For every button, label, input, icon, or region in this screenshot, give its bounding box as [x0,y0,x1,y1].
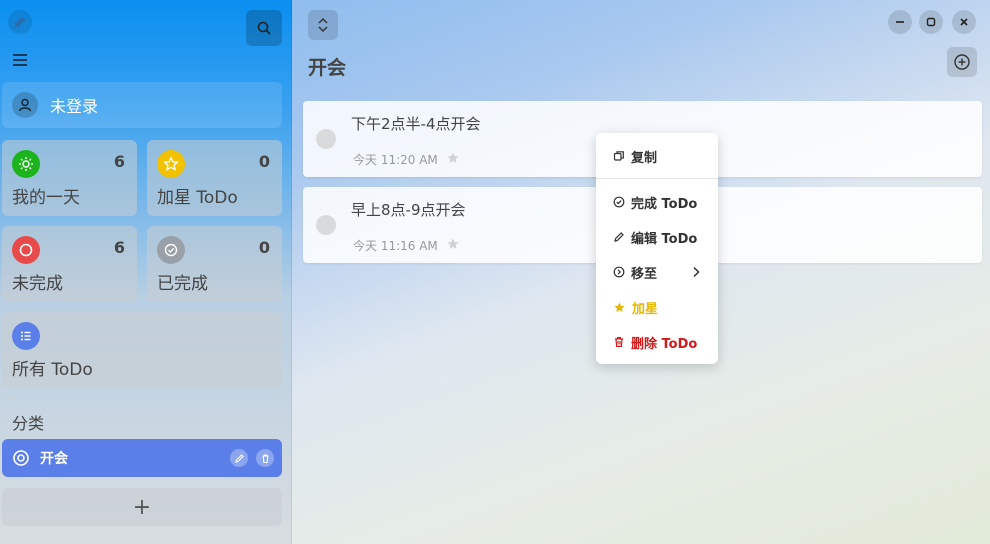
pin-button[interactable] [8,10,32,34]
star-icon [614,301,625,312]
stat-my-day[interactable]: 6 我的一天 [2,140,137,216]
maximize-icon [926,17,936,27]
stat-all[interactable]: 所有 ToDo [2,312,282,388]
stat-incomplete[interactable]: 6 未完成 [2,226,137,302]
context-menu: 复制 完成 ToDo 编辑 ToDo 移至 加星 删除 ToDo [596,133,718,364]
sun-icon [12,150,40,178]
list-icon [12,322,40,350]
stat-count: 0 [258,152,270,171]
menu-item-label: 复制 [631,150,658,166]
star-icon [447,238,459,249]
pencil-icon [614,232,624,242]
minimize-button[interactable] [888,10,912,34]
todo-time: 今天 11:20 AM [353,153,438,167]
circle-icon [12,236,40,264]
stat-label: 所有 ToDo [12,360,93,380]
stat-count: 6 [113,152,125,171]
menu-divider [596,178,718,179]
menu-item-label: 删除 ToDo [631,336,698,352]
add-todo-button[interactable] [947,47,977,77]
sort-button[interactable] [308,10,338,40]
trash-icon [615,337,623,347]
search-icon [257,21,271,35]
user-card[interactable]: 未登录 [2,82,282,128]
menu-item-complete[interactable]: 完成 ToDo [596,187,718,217]
expand-icon [318,17,328,33]
menu-item-label: 完成 ToDo [631,196,698,212]
menu-item-label: 加星 [632,301,659,317]
check-circle-icon [613,196,625,208]
trash-icon [262,453,268,463]
plus-circle-icon [954,54,970,70]
arrow-circle-icon [613,266,625,278]
maximize-button[interactable] [919,10,943,34]
menu-item-label: 编辑 ToDo [631,231,698,247]
stat-label: 我的一天 [12,188,80,208]
star-toggle[interactable] [446,150,460,169]
star-icon [447,152,459,163]
close-button[interactable] [952,10,976,34]
star-toggle[interactable] [446,236,460,255]
todo-checkbox[interactable] [316,215,336,235]
target-icon [13,450,29,466]
menu-button[interactable] [10,50,30,70]
menu-item-label: 移至 [631,266,658,282]
categories-heading: 分类 [12,414,45,433]
close-icon [960,18,968,26]
sidebar: 未登录 6 我的一天 0 加星 ToDo 6 未完成 0 已完成 所有 ToDo [0,0,292,544]
user-icon [18,98,32,112]
menu-item-move[interactable]: 移至 [596,257,718,287]
category-item[interactable]: 开会 [2,439,282,477]
menu-item-edit[interactable]: 编辑 ToDo [596,222,718,252]
chevron-right-icon [693,266,700,278]
avatar [12,92,38,118]
pencil-icon [234,453,244,463]
delete-category-button[interactable] [256,449,274,467]
stat-label: 加星 ToDo [157,188,238,208]
todo-time: 今天 11:16 AM [353,239,438,253]
stat-label: 已完成 [157,274,208,294]
pin-icon [13,16,26,29]
hamburger-icon [13,54,27,66]
minimize-icon [896,21,904,23]
stat-count: 6 [113,238,125,257]
menu-item-star[interactable]: 加星 [596,292,718,322]
category-label: 开会 [40,451,68,467]
stat-starred[interactable]: 0 加星 ToDo [147,140,282,216]
copy-icon [613,151,624,161]
page-title: 开会 [308,57,347,79]
stat-completed[interactable]: 0 已完成 [147,226,282,302]
edit-category-button[interactable] [230,449,248,467]
star-icon [157,150,185,178]
menu-item-delete[interactable]: 删除 ToDo [596,327,718,357]
check-circle-icon [157,236,185,264]
todo-title: 下午2点半-4点开会 [351,115,481,133]
search-button[interactable] [246,10,282,46]
stat-label: 未完成 [12,274,63,294]
todo-checkbox[interactable] [316,129,336,149]
user-name: 未登录 [50,97,99,116]
add-category-button[interactable]: + [2,488,282,526]
stat-count: 0 [258,238,270,257]
todo-title: 早上8点-9点开会 [351,201,466,219]
menu-item-copy[interactable]: 复制 [596,141,718,171]
